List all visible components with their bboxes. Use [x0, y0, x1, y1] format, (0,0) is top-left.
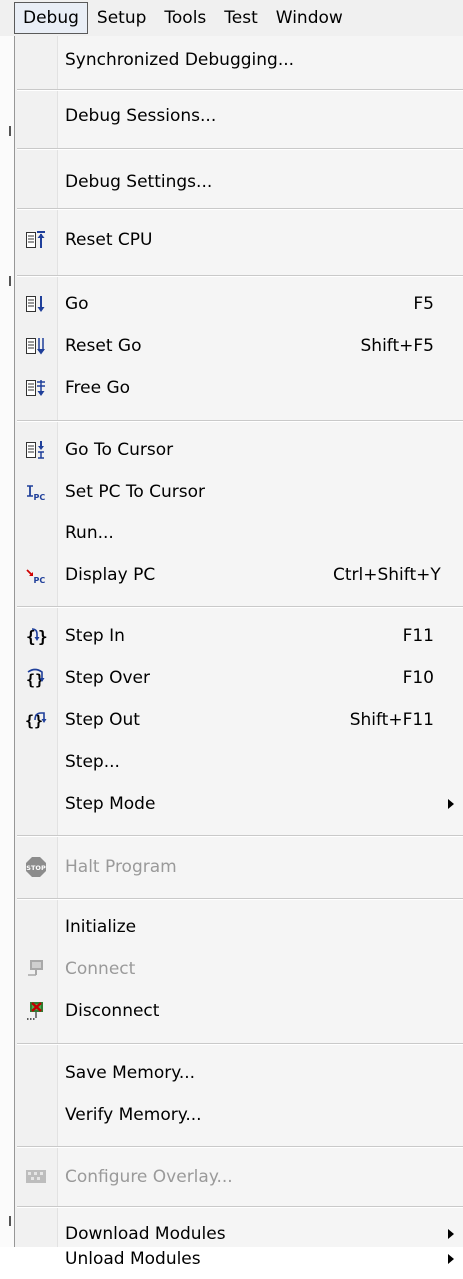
reset-cpu-icon [25, 229, 47, 251]
menu-item-label: Go To Cursor [65, 440, 174, 460]
shortcut-label: F5 [413, 294, 434, 314]
menu-item-label: Unload Modules [65, 1249, 201, 1269]
menu-separator [17, 1146, 463, 1148]
menu-item-label: Reset CPU [65, 230, 153, 250]
shortcut-label: Ctrl+Shift+Y [333, 565, 441, 585]
shortcut-label: F11 [402, 626, 434, 646]
menu-item-label: Go [65, 294, 89, 314]
menu-item-label: Save Memory... [65, 1063, 196, 1083]
menu-item-free-go[interactable]: Free Go [15, 367, 463, 409]
overlay-icon [25, 1166, 47, 1188]
step-over-icon: {} [25, 667, 47, 689]
menu-item-verify-memory[interactable]: Verify Memory... [15, 1094, 463, 1136]
menu-item-set-pc-to-cursor[interactable]: PC Set PC To Cursor [15, 471, 463, 513]
menu-item-step-out[interactable]: {} Step Out Shift+F11 [15, 699, 463, 741]
menu-item-label: Disconnect [65, 1001, 160, 1021]
menu-separator [17, 208, 463, 210]
menu-item-label: Set PC To Cursor [65, 482, 206, 502]
step-out-icon: {} [25, 709, 47, 731]
shortcut-label: F10 [402, 668, 434, 688]
menu-item-step-over[interactable]: {} Step Over F10 [15, 657, 463, 699]
menu-item-go[interactable]: Go F5 [15, 283, 463, 325]
go-icon [25, 293, 47, 315]
menu-item-label: Synchronized Debugging... [65, 50, 295, 70]
debug-dropdown-menu: Synchronized Debugging... Debug Sessions… [14, 36, 463, 1269]
submenu-arrow-icon [448, 799, 454, 809]
menu-test[interactable]: Test [215, 3, 266, 33]
shortcut-label: Shift+F5 [360, 336, 434, 356]
svg-text:STOP: STOP [26, 864, 46, 872]
menu-item-debug-sessions[interactable]: Debug Sessions... [15, 95, 463, 137]
shortcut-label: Shift+F11 [349, 710, 434, 730]
menu-item-step-in[interactable]: {} Step In F11 [15, 615, 463, 657]
menu-item-label: Halt Program [65, 857, 177, 877]
menu-item-label: Initialize [65, 917, 137, 937]
menu-separator [17, 420, 463, 422]
edge-mark [9, 1216, 11, 1226]
menu-item-synchronized-debugging[interactable]: Synchronized Debugging... [15, 39, 463, 81]
menu-setup[interactable]: Setup [88, 3, 155, 33]
menu-window[interactable]: Window [267, 3, 352, 33]
reset-go-icon [25, 335, 47, 357]
menu-item-step[interactable]: Step... [15, 741, 463, 783]
free-go-icon [25, 377, 47, 399]
menu-separator [17, 89, 463, 91]
menu-item-disconnect[interactable]: Disconnect [15, 990, 463, 1032]
menu-item-reset-go[interactable]: Reset Go Shift+F5 [15, 325, 463, 367]
menu-item-label: Reset Go [65, 336, 142, 356]
menu-item-label: Debug Sessions... [65, 106, 217, 126]
menu-separator [17, 1206, 463, 1208]
menu-item-go-to-cursor[interactable]: Go To Cursor [15, 429, 463, 471]
menu-item-debug-settings[interactable]: Debug Settings... [15, 161, 463, 203]
menu-item-connect[interactable]: Connect [15, 948, 463, 990]
svg-text:}: } [38, 627, 47, 646]
menu-item-label: Connect [65, 959, 136, 979]
menu-separator [17, 606, 463, 608]
stop-icon: STOP [25, 856, 47, 878]
connect-icon [25, 958, 47, 980]
menu-item-label: Display PC [65, 565, 156, 585]
disconnect-icon [25, 1000, 47, 1022]
menu-item-label: Run... [65, 523, 114, 543]
edge-mark [9, 126, 11, 136]
submenu-arrow-icon [448, 1229, 454, 1239]
menu-item-label: Free Go [65, 378, 131, 398]
menu-item-label: Step Out [65, 710, 140, 730]
menu-debug[interactable]: Debug [14, 2, 88, 34]
menu-item-halt-program[interactable]: STOP Halt Program [15, 846, 463, 888]
menu-separator [17, 1043, 463, 1045]
menu-item-label: Configure Overlay... [65, 1167, 233, 1187]
svg-text:}: } [34, 712, 43, 730]
set-pc-icon: PC [25, 481, 47, 503]
menu-item-save-memory[interactable]: Save Memory... [15, 1052, 463, 1094]
menu-item-run[interactable]: Run... [15, 512, 463, 554]
menu-item-label: Verify Memory... [65, 1105, 202, 1125]
menu-separator [17, 275, 463, 277]
menu-item-label: Debug Settings... [65, 172, 213, 192]
menu-bar: Debug Setup Tools Test Window [0, 0, 463, 36]
menu-separator [17, 898, 463, 900]
menu-item-label: Step Mode [65, 794, 156, 814]
background-window-edge [0, 36, 14, 1247]
menu-item-display-pc[interactable]: PC Display PC Ctrl+Shift+Y [15, 554, 463, 596]
svg-text:PC: PC [34, 493, 46, 502]
menu-item-initialize[interactable]: Initialize [15, 906, 463, 948]
menu-item-reset-cpu[interactable]: Reset CPU [15, 219, 463, 261]
edge-mark [9, 276, 11, 286]
svg-text:PC: PC [34, 576, 46, 585]
menu-tools[interactable]: Tools [155, 3, 215, 33]
menu-item-configure-overlay[interactable]: Configure Overlay... [15, 1156, 463, 1198]
go-to-cursor-icon [25, 439, 47, 461]
menu-separator [17, 835, 463, 837]
svg-text:{: { [25, 712, 34, 730]
submenu-arrow-icon [448, 1254, 454, 1264]
menu-item-label: Step Over [65, 668, 150, 688]
display-pc-icon: PC [25, 564, 47, 586]
step-in-icon: {} [25, 625, 47, 647]
menu-item-label: Step In [65, 626, 125, 646]
menu-item-unload-modules[interactable]: Unload Modules [15, 1239, 463, 1279]
menu-separator [17, 148, 463, 150]
menu-item-label: Step... [65, 752, 120, 772]
menu-item-step-mode[interactable]: Step Mode [15, 783, 463, 825]
